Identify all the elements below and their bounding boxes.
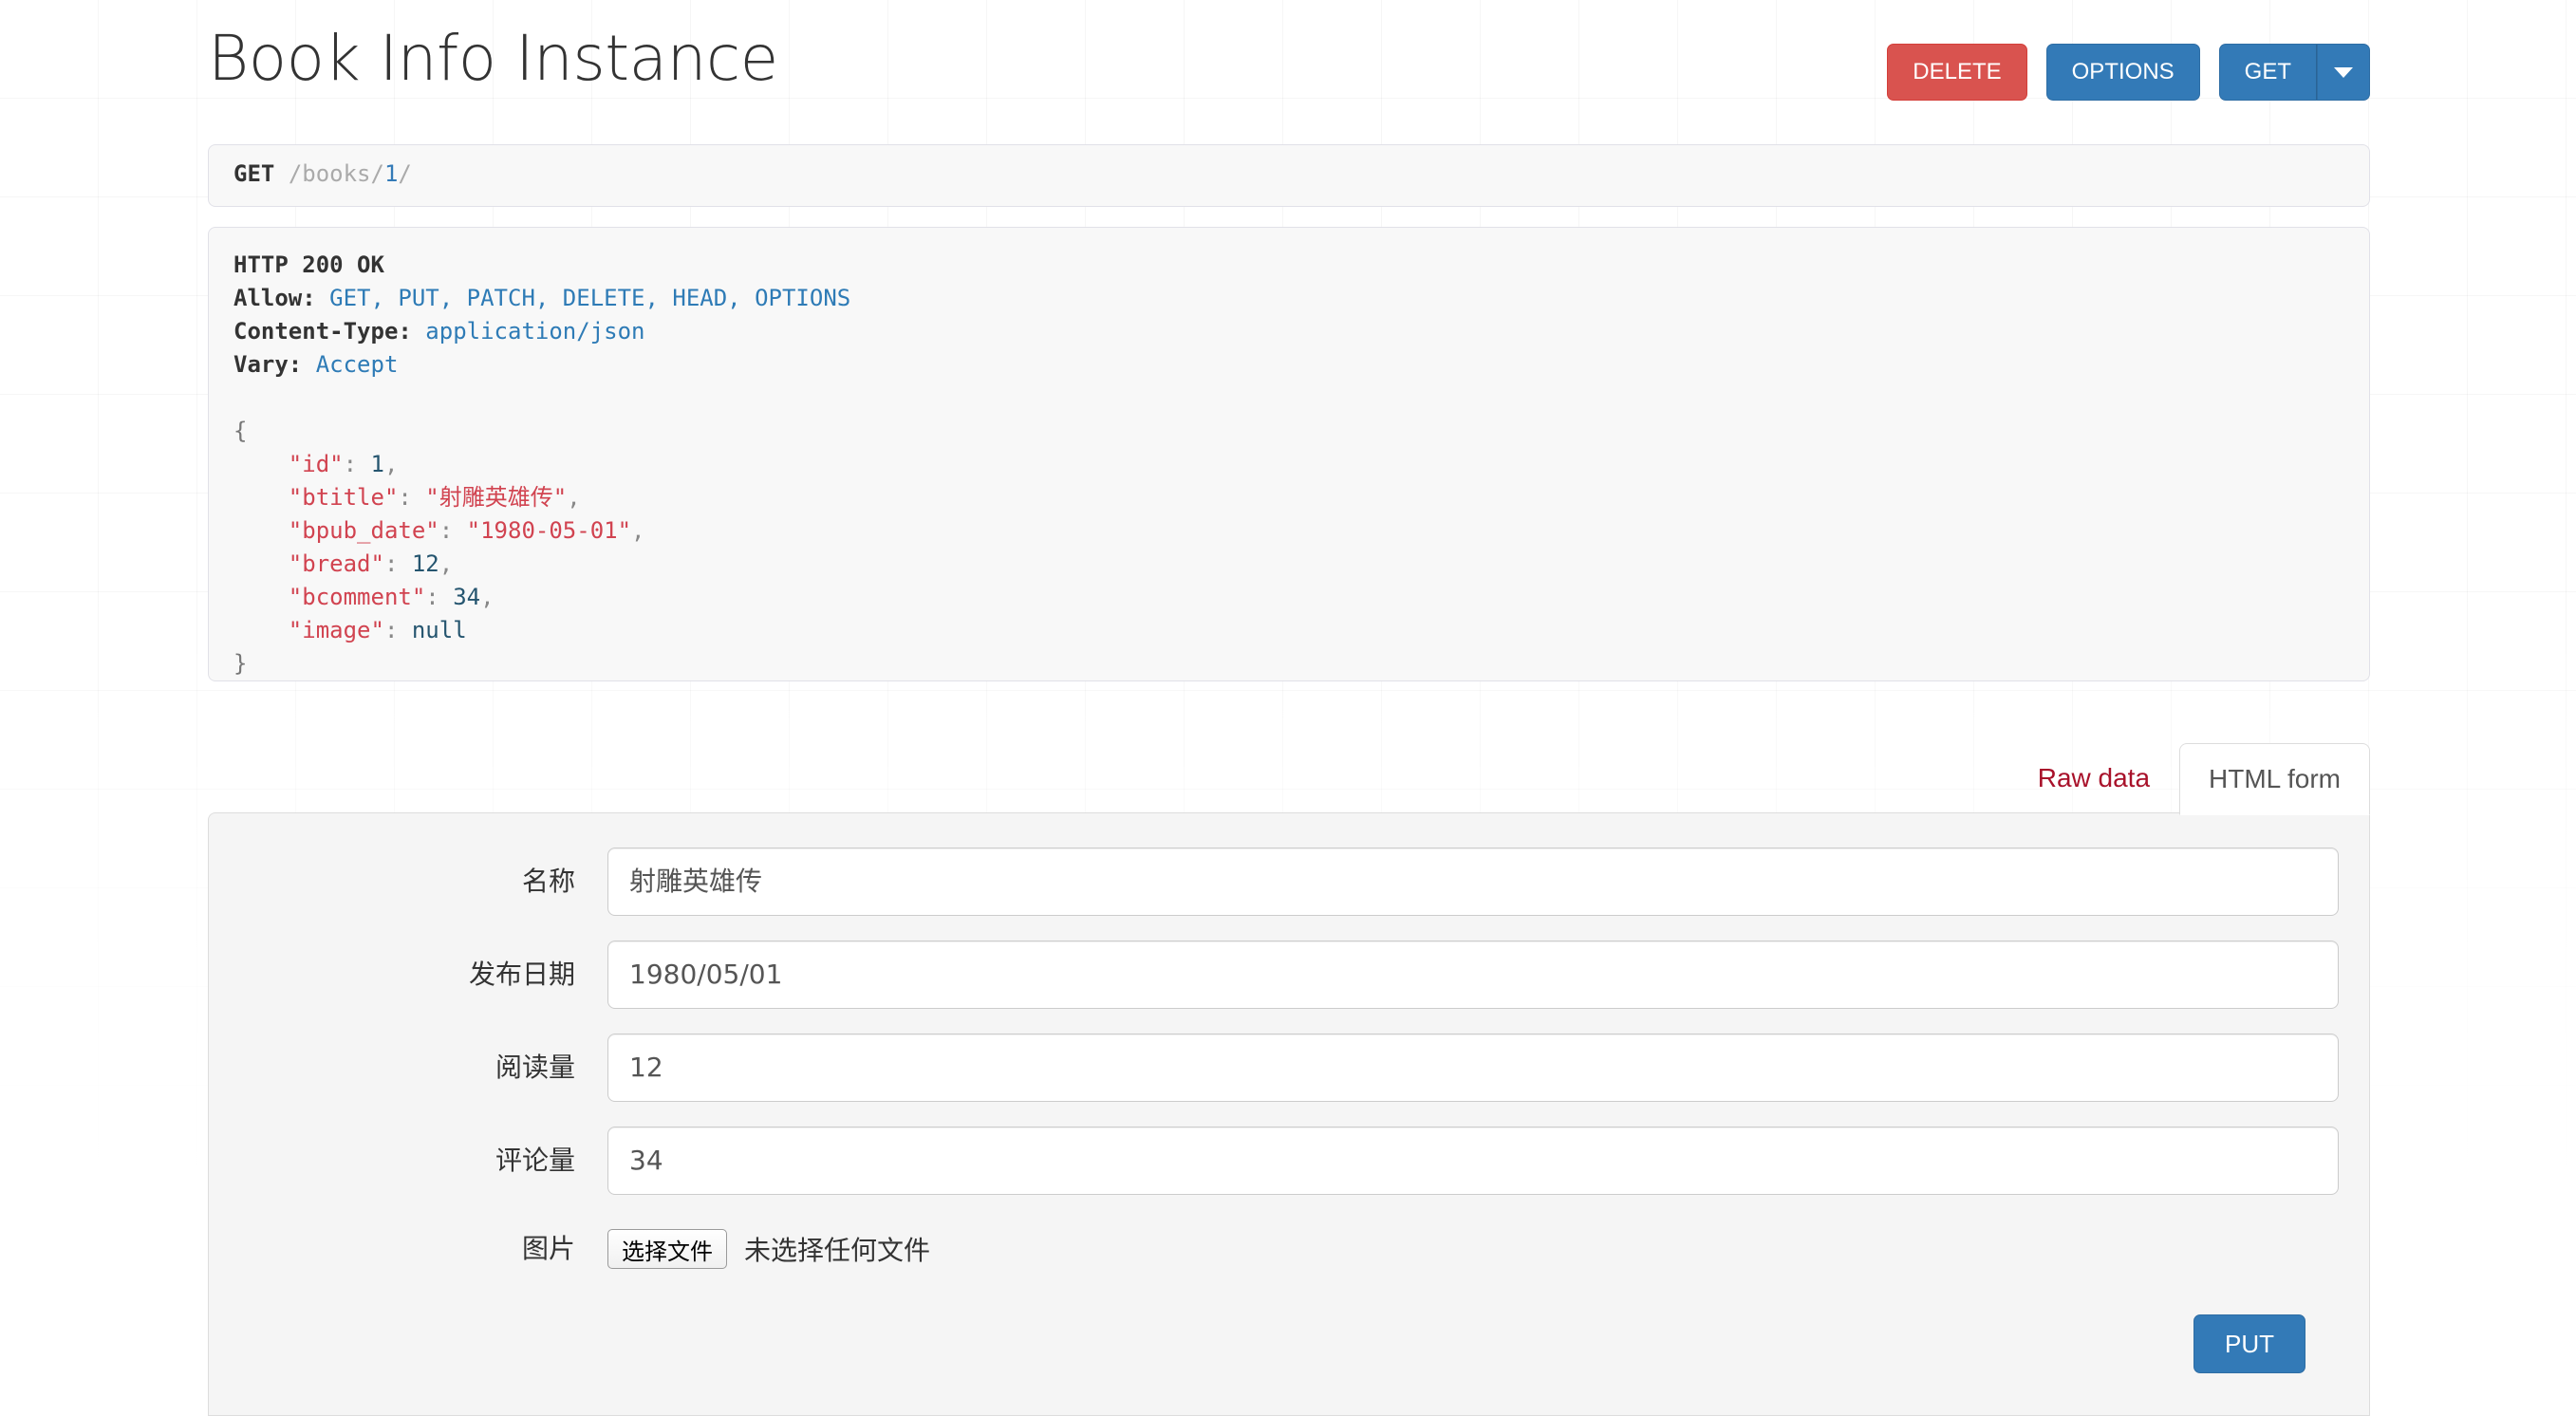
bcomment-field[interactable] [607, 1127, 2339, 1195]
json-colon: : [383, 550, 399, 577]
request-panel: GET /books/1/ [208, 144, 2370, 207]
form-row-btitle: 名称 [209, 848, 2371, 916]
response-panel: HTTP 200 OK Allow: GET, PUT, PATCH, DELE… [208, 227, 2370, 681]
json-key-bpub-date: "bpub_date" [288, 517, 439, 544]
json-colon: : [425, 584, 439, 610]
form-actions: PUT [2193, 1314, 2305, 1373]
form-row-bcomment: 评论量 [209, 1127, 2371, 1195]
page-header: Book Info Instance DELETE OPTIONS GET [208, 13, 2370, 118]
header-value-allow: GET, PUT, PATCH, DELETE, HEAD, OPTIONS [329, 285, 851, 311]
json-comma: , [383, 451, 399, 477]
label-bpub-date: 发布日期 [468, 959, 575, 990]
delete-button[interactable]: DELETE [1887, 44, 2027, 101]
form-tabs: Raw data HTML form [208, 740, 2370, 815]
json-key-image: "image" [288, 617, 384, 643]
get-button[interactable]: GET [2218, 44, 2317, 101]
get-split-button-group: GET [2218, 44, 2370, 101]
bread-field[interactable] [607, 1034, 2339, 1102]
image-file-input[interactable]: 选择文件 未选择任何文件 [607, 1229, 930, 1269]
label-btitle: 名称 [521, 866, 575, 897]
label-bcomment: 评论量 [495, 1145, 575, 1176]
json-key-btitle: "btitle" [288, 484, 399, 511]
request-method: GET [233, 160, 275, 187]
json-value-bcomment: 34 [453, 584, 481, 610]
json-colon: : [398, 484, 412, 511]
tab-html-form[interactable]: HTML form [2179, 743, 2370, 815]
json-value-bread: 12 [411, 550, 439, 577]
page-title: Book Info Instance [208, 22, 778, 95]
json-value-bpub-date: "1980-05-01" [466, 517, 632, 544]
label-image: 图片 [521, 1233, 575, 1264]
json-colon: : [383, 617, 399, 643]
request-path-prefix: /books/ [288, 160, 384, 187]
json-colon: : [439, 517, 454, 544]
header-value-vary: Accept [315, 351, 399, 378]
json-value-id: 1 [370, 451, 384, 477]
json-value-btitle: "射雕英雄传" [425, 484, 568, 511]
get-dropdown-toggle[interactable] [2317, 44, 2370, 101]
form-row-image: 图片 选择文件 未选择任何文件 [209, 1220, 2371, 1278]
form-row-bread: 阅读量 [209, 1034, 2371, 1102]
json-value-image: null [411, 617, 467, 643]
request-path-suffix: / [398, 160, 412, 187]
label-bread: 阅读量 [495, 1052, 575, 1083]
header-action-buttons: DELETE OPTIONS GET [1887, 44, 2370, 101]
put-button[interactable]: PUT [2193, 1314, 2305, 1373]
header-name-vary: Vary: [233, 351, 303, 378]
json-colon: : [343, 451, 358, 477]
tab-raw-data[interactable]: Raw data [2008, 742, 2179, 814]
form-row-bpub-date: 发布日期 [209, 941, 2371, 1009]
html-form-panel: 名称 发布日期 阅读量 评论量 图片 选择文件 未选择任何文件 [208, 812, 2370, 1416]
choose-file-button[interactable]: 选择文件 [607, 1229, 727, 1269]
json-key-bread: "bread" [288, 550, 384, 577]
chevron-down-icon [2334, 66, 2353, 78]
header-value-content-type: application/json [425, 318, 645, 345]
btitle-field[interactable] [607, 848, 2339, 916]
response-body: HTTP 200 OK Allow: GET, PUT, PATCH, DELE… [209, 228, 2369, 701]
request-line: GET /books/1/ [209, 145, 2369, 203]
json-open-brace: { [233, 418, 248, 444]
json-key-id: "id" [288, 451, 344, 477]
bpub-date-field[interactable] [607, 941, 2339, 1009]
file-status-text: 未选择任何文件 [744, 1235, 931, 1266]
response-status-line: HTTP 200 OK [233, 252, 384, 278]
options-button[interactable]: OPTIONS [2045, 44, 2200, 101]
json-comma: , [567, 484, 581, 511]
json-key-bcomment: "bcomment" [288, 584, 426, 610]
page-root: Book Info Instance DELETE OPTIONS GET GE… [0, 0, 2576, 1416]
json-comma: , [631, 517, 645, 544]
request-path-pk: 1 [383, 160, 399, 187]
header-name-content-type: Content-Type: [233, 318, 412, 345]
json-close-brace: } [233, 650, 248, 677]
json-comma: , [480, 584, 495, 610]
header-name-allow: Allow: [233, 285, 316, 311]
json-comma: , [439, 550, 454, 577]
